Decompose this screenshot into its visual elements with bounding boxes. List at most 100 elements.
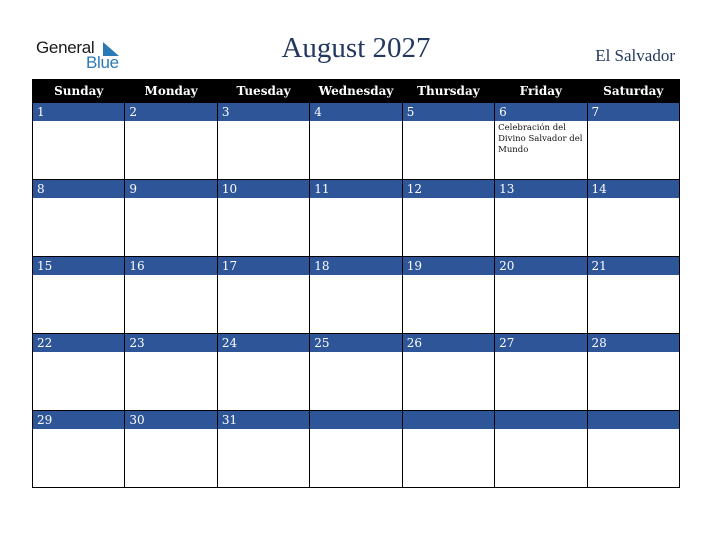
day-number: 28 xyxy=(587,334,679,352)
day-cell[interactable]: 26 xyxy=(401,333,496,411)
weekday-header: Saturday xyxy=(586,79,681,103)
day-cell[interactable]: 10 xyxy=(216,179,311,257)
day-cell[interactable]: 9 xyxy=(124,179,218,257)
holiday-event xyxy=(218,429,309,431)
day-number: 25 xyxy=(310,334,402,352)
weekday-header-row: Sunday Monday Tuesday Wednesday Thursday… xyxy=(31,79,681,103)
holiday-event xyxy=(218,198,309,200)
holiday-event xyxy=(310,352,401,354)
day-number: 11 xyxy=(310,180,402,198)
day-number: 22 xyxy=(33,334,125,352)
day-cell[interactable]: 21 xyxy=(586,256,681,334)
day-number: 27 xyxy=(495,334,587,352)
day-cell[interactable]: 5 xyxy=(401,102,496,180)
day-cell[interactable]: 7 xyxy=(586,102,681,180)
day-cell[interactable]: 28 xyxy=(586,333,681,411)
day-number: 14 xyxy=(587,180,679,198)
day-number: 19 xyxy=(402,257,495,275)
day-number: 15 xyxy=(33,257,125,275)
day-cell[interactable] xyxy=(401,410,496,488)
holiday-event xyxy=(403,198,494,200)
day-cell[interactable]: 24 xyxy=(216,333,311,411)
holiday-event xyxy=(125,352,216,354)
holiday-event xyxy=(495,198,586,200)
weekday-header: Monday xyxy=(124,79,218,103)
holiday-event xyxy=(588,198,679,200)
holiday-event xyxy=(310,198,401,200)
holiday-event xyxy=(33,429,124,431)
holiday-event xyxy=(125,275,216,277)
day-cell[interactable]: 11 xyxy=(309,179,403,257)
day-number: 7 xyxy=(587,103,679,121)
day-number: 26 xyxy=(402,334,495,352)
day-number: 21 xyxy=(587,257,679,275)
holiday-event xyxy=(125,198,216,200)
holiday-event xyxy=(33,275,124,277)
day-number: 17 xyxy=(217,257,310,275)
holiday-event xyxy=(218,121,309,123)
day-cell[interactable] xyxy=(309,410,403,488)
day-number: 9 xyxy=(125,180,217,198)
holiday-event xyxy=(125,429,216,431)
day-number xyxy=(402,411,495,429)
weekday-header: Wednesday xyxy=(309,79,403,103)
day-number: 23 xyxy=(125,334,217,352)
day-cell[interactable]: 6 Celebración del Divino Salvador del Mun… xyxy=(494,102,588,180)
week-row: 15 16 17 18 19 20 21 xyxy=(31,256,681,334)
day-cell[interactable]: 27 xyxy=(494,333,588,411)
day-cell[interactable]: 13 xyxy=(494,179,588,257)
day-cell[interactable]: 8 xyxy=(31,179,126,257)
day-number: 12 xyxy=(402,180,495,198)
day-number: 24 xyxy=(217,334,310,352)
holiday-event xyxy=(588,352,679,354)
day-number xyxy=(587,411,679,429)
country-label: El Salvador xyxy=(595,46,675,65)
day-cell[interactable]: 1 xyxy=(31,102,126,180)
day-number: 8 xyxy=(33,180,125,198)
holiday-event xyxy=(218,352,309,354)
day-number: 1 xyxy=(33,103,125,121)
holiday-event xyxy=(403,121,494,123)
day-number xyxy=(310,411,402,429)
day-number: 16 xyxy=(125,257,217,275)
day-cell[interactable]: 29 xyxy=(31,410,126,488)
day-cell[interactable]: 3 xyxy=(216,102,311,180)
weekday-header: Friday xyxy=(494,79,588,103)
day-cell[interactable]: 12 xyxy=(401,179,496,257)
day-cell[interactable]: 23 xyxy=(124,333,218,411)
holiday-event xyxy=(588,121,679,123)
day-number: 10 xyxy=(217,180,310,198)
day-cell[interactable]: 19 xyxy=(401,256,496,334)
day-cell[interactable]: 20 xyxy=(494,256,588,334)
day-number: 31 xyxy=(217,411,310,429)
day-number: 18 xyxy=(310,257,402,275)
week-row: 1 2 3 4 5 6 Celebración del Divino Salvador de… xyxy=(31,102,681,180)
day-cell[interactable]: 15 xyxy=(31,256,126,334)
holiday-event xyxy=(310,429,401,431)
holiday-event xyxy=(495,429,586,431)
holiday-event xyxy=(310,121,401,123)
day-cell[interactable] xyxy=(586,410,681,488)
holiday-event xyxy=(588,429,679,431)
day-cell[interactable] xyxy=(494,410,588,488)
day-cell[interactable]: 2 xyxy=(124,102,218,180)
day-cell[interactable]: 4 xyxy=(309,102,403,180)
day-number xyxy=(495,411,587,429)
day-number: 4 xyxy=(310,103,402,121)
week-row: 8 9 10 11 12 13 14 xyxy=(31,179,681,257)
holiday-event xyxy=(403,352,494,354)
day-cell[interactable]: 30 xyxy=(124,410,218,488)
day-cell[interactable]: 31 xyxy=(216,410,311,488)
holiday-event: Celebración del Divino Salvador del Mund… xyxy=(498,123,583,155)
day-cell[interactable]: 17 xyxy=(216,256,311,334)
day-cell[interactable]: 14 xyxy=(586,179,681,257)
holiday-event xyxy=(403,429,494,431)
day-cell[interactable]: 16 xyxy=(124,256,218,334)
holiday-event xyxy=(33,352,124,354)
holiday-event xyxy=(403,275,494,277)
holiday-event xyxy=(33,121,124,123)
day-number: 6 xyxy=(495,103,587,121)
day-cell[interactable]: 18 xyxy=(309,256,403,334)
day-cell[interactable]: 25 xyxy=(309,333,403,411)
day-cell[interactable]: 22 xyxy=(31,333,126,411)
